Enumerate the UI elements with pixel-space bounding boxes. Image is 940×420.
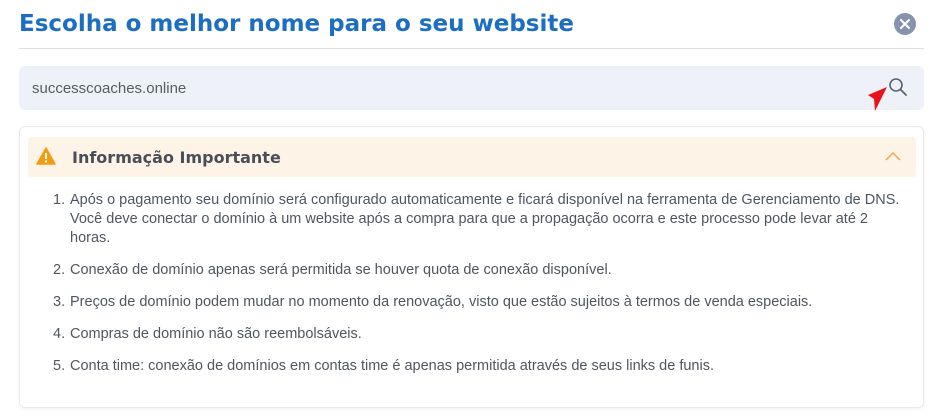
- list-item: 1. Após o pagamento seu domínio será con…: [53, 191, 903, 248]
- close-icon: [900, 19, 910, 29]
- search-icon: [889, 78, 907, 96]
- important-info-panel: Informação Importante 1. Após o pagament…: [19, 126, 924, 408]
- list-item-text: Após o pagamento seu domínio será config…: [70, 192, 900, 246]
- list-item-text: Compras de domínio não são reembolsáveis…: [70, 326, 362, 342]
- important-info-header[interactable]: Informação Importante: [28, 137, 916, 177]
- important-info-title: Informação Importante: [72, 148, 281, 167]
- search-button[interactable]: [888, 77, 908, 102]
- domain-search-bar: [19, 66, 924, 110]
- list-item-number: 3.: [53, 294, 66, 310]
- list-item: 2. Conexão de domínio apenas será permit…: [53, 261, 903, 280]
- list-item: 5. Conta time: conexão de domínios em co…: [53, 357, 903, 376]
- chevron-up-icon[interactable]: [885, 151, 901, 161]
- list-item-text: Conexão de domínio apenas será permitida…: [70, 262, 612, 278]
- list-item-text: Preços de domínio podem mudar no momento…: [70, 294, 813, 310]
- page-title: Escolha o melhor nome para o seu website: [19, 11, 574, 37]
- list-item-number: 4.: [53, 326, 66, 342]
- list-item-number: 2.: [53, 262, 66, 278]
- close-button[interactable]: [894, 13, 916, 35]
- list-item-number: 1.: [53, 192, 66, 208]
- list-item-text: Conta time: conexão de domínios em conta…: [70, 358, 714, 374]
- list-item: 3. Preços de domínio podem mudar no mome…: [53, 293, 903, 312]
- domain-search-input[interactable]: [32, 66, 872, 110]
- modal-header: Escolha o melhor nome para o seu website: [19, 0, 924, 49]
- info-list: 1. Após o pagamento seu domínio será con…: [53, 191, 903, 389]
- list-item: 4. Compras de domínio não são reembolsáv…: [53, 325, 903, 344]
- list-item-number: 5.: [53, 358, 66, 374]
- warning-icon: [36, 147, 56, 165]
- cursor-arrow-icon: [868, 87, 887, 111]
